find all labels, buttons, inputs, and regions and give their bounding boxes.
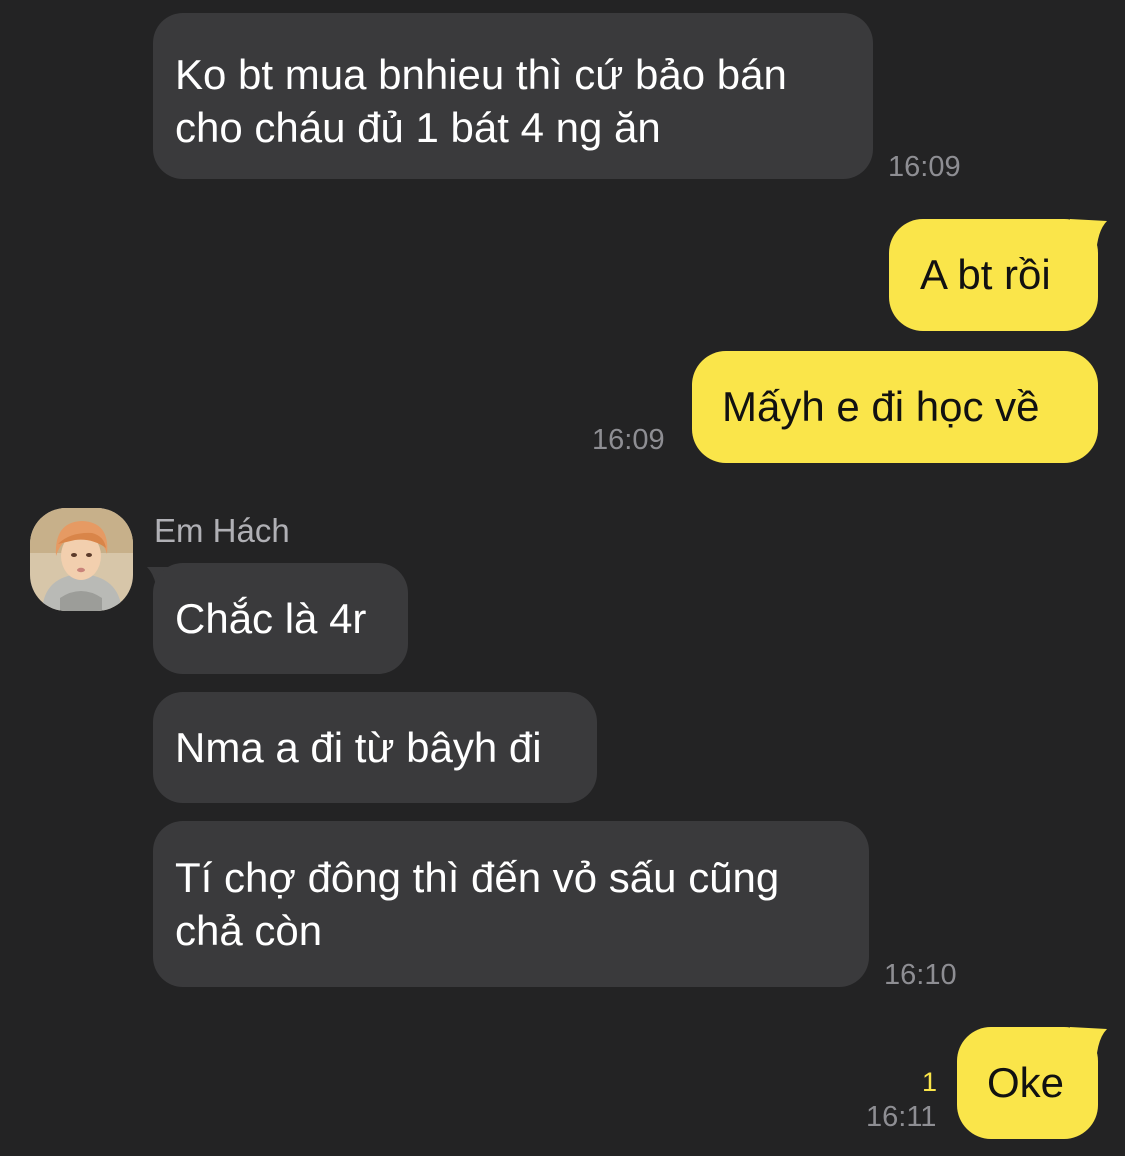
bubble-tail-outgoing	[1070, 1027, 1107, 1075]
message-timestamp: 16:11	[866, 1101, 937, 1133]
message-bubble-incoming[interactable]: Nma a đi từ bâyh đi	[153, 692, 597, 803]
avatar[interactable]	[30, 508, 133, 611]
message-bubble-incoming[interactable]: Tí chợ đông thì đến vỏ sấu cũng chả còn	[153, 821, 869, 987]
message-bubble-incoming[interactable]: Chắc là 4r	[153, 563, 408, 674]
message-bubble-outgoing[interactable]: A bt rồi	[889, 219, 1098, 331]
message-timestamp: 16:09	[592, 424, 665, 456]
message-bubble-incoming[interactable]: Ko bt mua bnhieu thì cứ bảo bán cho cháu…	[153, 13, 873, 179]
profile-photo-icon	[30, 508, 133, 611]
message-timestamp: 16:09	[888, 151, 961, 183]
unread-count-badge: 1	[922, 1067, 938, 1097]
message-bubble-outgoing[interactable]: Mấyh e đi học về	[692, 351, 1098, 463]
message-timestamp: 16:10	[884, 959, 957, 991]
bubble-tail-outgoing	[1070, 219, 1107, 267]
sender-name: Em Hách	[154, 512, 290, 549]
